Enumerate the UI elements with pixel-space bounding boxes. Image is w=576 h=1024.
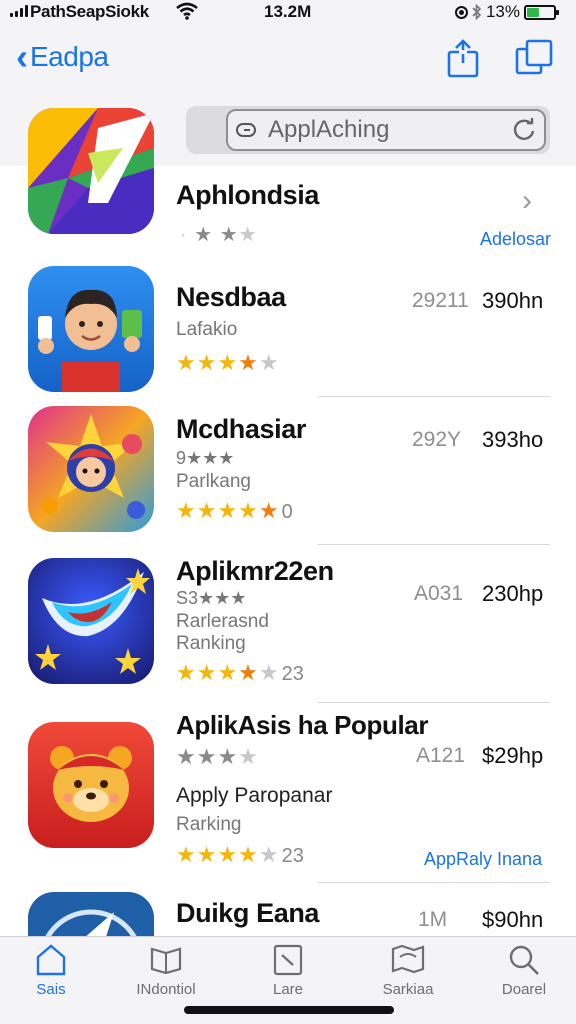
- search-icon: [509, 945, 539, 975]
- orientation-lock-icon: [454, 5, 468, 19]
- carrier-name: PathSeapSiokk: [30, 2, 149, 21]
- search-input[interactable]: [268, 116, 488, 144]
- app-rank-1: 29211: [412, 289, 469, 312]
- tab-home[interactable]: Sais: [3, 943, 99, 998]
- app-rating-1: ★★★★★: [176, 350, 280, 375]
- app-subtitle-stars-2: 9★★★: [176, 448, 235, 468]
- back-label: Eadpa: [30, 41, 109, 72]
- tabs-icon[interactable]: [514, 38, 554, 78]
- clock-icon: [273, 944, 303, 976]
- book-icon: [150, 947, 182, 975]
- divider: [318, 702, 550, 703]
- app-name-4: AplikAsis ha Popular: [176, 710, 429, 740]
- tab-search[interactable]: Doarel: [476, 943, 572, 998]
- search-field[interactable]: [226, 109, 546, 151]
- app-rating-count-2: 0: [281, 501, 293, 523]
- app-rating-3: ★★★★★ 23: [176, 660, 304, 685]
- divider: [318, 882, 550, 883]
- tab-map-label: Sarkiaa: [382, 981, 434, 998]
- app-subtitle-2: Parlkang: [176, 471, 251, 492]
- divider: [318, 544, 550, 545]
- share-icon[interactable]: [446, 38, 480, 78]
- status-bar: PathSeapSiokk 13.2M 13%: [0, 0, 576, 24]
- app-rating-4: ★★★★★ 23: [176, 842, 304, 867]
- tab-recent[interactable]: Lare: [240, 943, 336, 998]
- tab-search-label: Doarel: [501, 981, 547, 998]
- search-icon: [236, 123, 256, 137]
- bluetooth-icon: [472, 4, 482, 20]
- tab-library[interactable]: INdontiol: [118, 943, 214, 998]
- app-subtitle-4: Apply Paropanar: [176, 784, 333, 807]
- reload-icon[interactable]: [510, 116, 538, 144]
- app-icon-4[interactable]: [28, 722, 154, 848]
- app-icon-5[interactable]: [28, 892, 154, 936]
- header-app-icon[interactable]: [28, 108, 154, 234]
- chevron-left-icon: ‹: [16, 36, 28, 77]
- app-rating-count-3: 23: [281, 663, 304, 685]
- wifi-icon: [176, 2, 198, 20]
- app-name-1: Nesdbaa: [176, 282, 286, 312]
- tab-map[interactable]: Sarkiaa: [360, 943, 456, 998]
- app-link-4[interactable]: AppRaly Inana: [424, 849, 542, 870]
- tab-home-label: Sais: [36, 981, 66, 998]
- app-name-2: Mcdhasiar: [176, 414, 306, 444]
- app-price-2: 393ho: [482, 427, 544, 452]
- app-subtitle-3: Rarlerasnd: [176, 611, 269, 632]
- app-rank-4: A121: [416, 744, 466, 767]
- app-icon-1[interactable]: [28, 266, 154, 392]
- app-price-1: 390hn: [482, 288, 544, 313]
- app-subtitle-1: Lafakio: [176, 319, 238, 340]
- app-price-3: 230hp: [482, 581, 544, 606]
- app-icon-2[interactable]: [28, 406, 154, 532]
- app-subtitle2-3: Ranking: [176, 633, 246, 654]
- status-time: 13.2M: [264, 2, 312, 21]
- tab-recent-label: Lare: [272, 981, 304, 998]
- battery-icon: [524, 4, 559, 20]
- back-button[interactable]: ‹ Eadpa: [16, 36, 109, 77]
- app-rank-5: 1M: [418, 908, 448, 931]
- search-container: [186, 106, 550, 154]
- home-icon: [36, 944, 66, 976]
- app-grey-rating-4: ★★★★: [176, 744, 259, 769]
- app-price-5: $90hn: [482, 907, 544, 932]
- chevron-right-icon[interactable]: ›: [522, 184, 532, 218]
- app-name-3: Aplikmr22en: [176, 556, 334, 586]
- app-name-5: Duikg Eana: [176, 898, 320, 928]
- header-app-link[interactable]: Adelosar: [480, 229, 551, 250]
- app-price-4: $29hp: [482, 743, 544, 768]
- battery-percent: 13%: [485, 2, 520, 21]
- header-app-rating: · ★ ★★: [180, 224, 258, 246]
- app-rank-2: 292Y: [412, 428, 462, 451]
- map-icon: [391, 944, 425, 974]
- app-rating-count-4: 23: [281, 845, 304, 867]
- app-subtitle2-4: Rarking: [176, 814, 242, 835]
- cellular-signal-icon: [10, 5, 28, 17]
- app-subtitle-stars-3: S3★★★: [176, 588, 247, 608]
- app-rating-2: ★★★★★ 0: [176, 498, 293, 523]
- home-indicator: [184, 1006, 394, 1014]
- tab-library-label: INdontiol: [136, 981, 196, 998]
- header-app-name: Aphlondsia: [176, 180, 319, 210]
- divider: [318, 396, 550, 397]
- app-icon-3[interactable]: [28, 558, 154, 684]
- app-list: Aphlondsia · ★ ★★ › Adelosar Nesdbaa Laf…: [0, 108, 576, 936]
- app-rank-3: A031: [414, 582, 464, 605]
